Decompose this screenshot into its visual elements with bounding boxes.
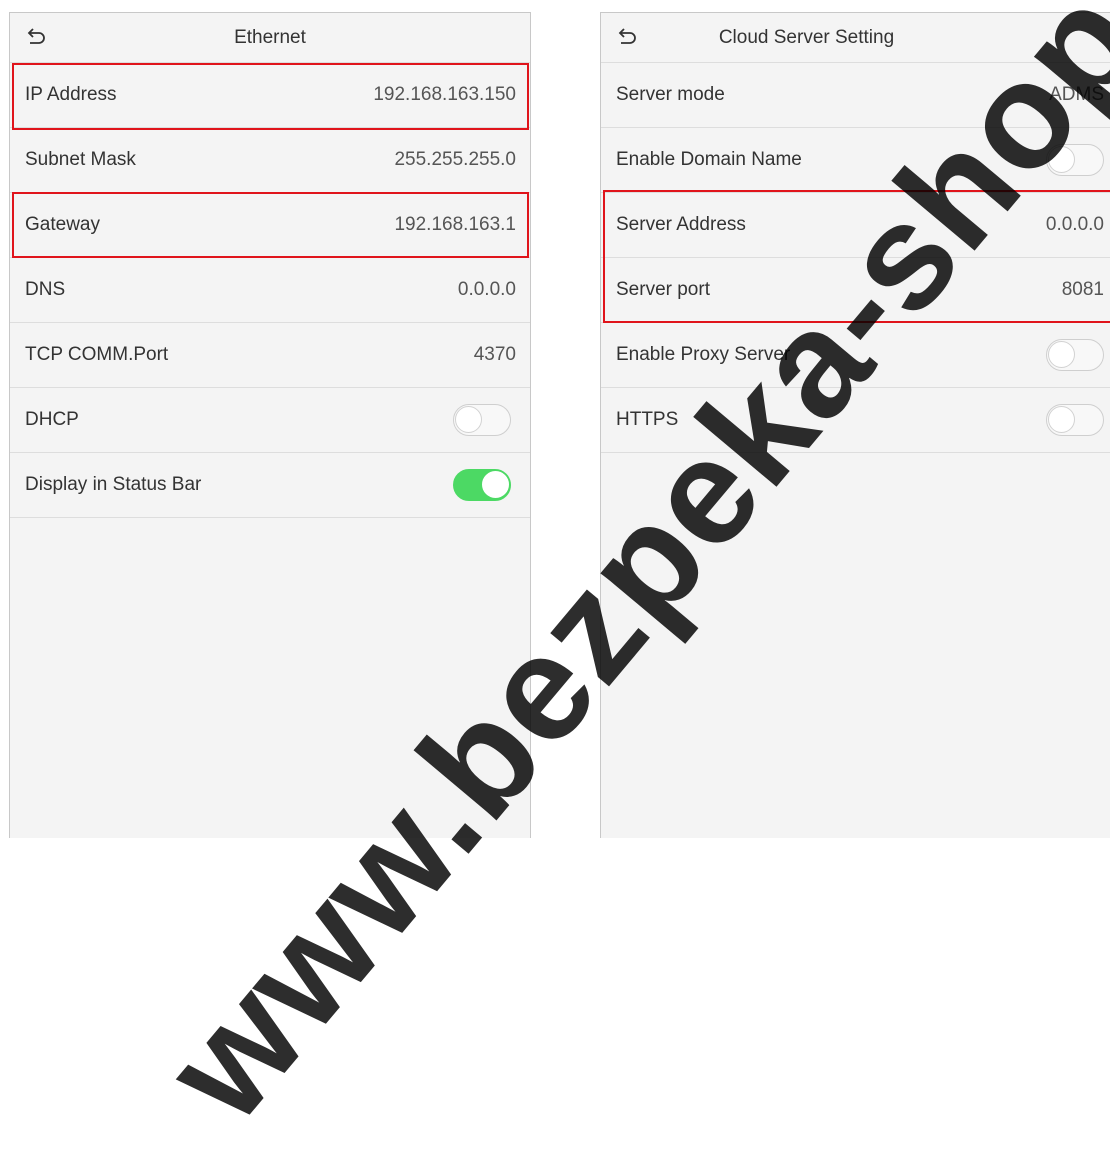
display-in-status-bar-toggle[interactable] (453, 469, 511, 501)
row-value: 4370 (473, 344, 516, 365)
enable-domain-name-row: Enable Domain Name (601, 128, 1110, 193)
dns-row[interactable]: DNS 0.0.0.0 (10, 258, 530, 323)
toggle-knob (455, 406, 482, 433)
row-value: 255.255.255.0 (394, 149, 516, 170)
enable-proxy-server-toggle[interactable] (1046, 339, 1104, 371)
toggle-knob (1048, 406, 1075, 433)
gateway-row[interactable]: Gateway 192.168.163.1 (10, 193, 530, 258)
dhcp-row: DHCP (10, 388, 530, 453)
server-mode-row[interactable]: Server mode ADMS (601, 63, 1110, 128)
page-title: Ethernet (234, 27, 306, 48)
row-value: 8081 (1061, 279, 1104, 300)
row-label: DHCP (25, 409, 79, 430)
ip-address-row[interactable]: IP Address 192.168.163.150 (10, 63, 530, 128)
cloud-server-header: Cloud Server Setting (601, 13, 1110, 63)
row-label: Server Address (616, 214, 746, 235)
https-row: HTTPS (601, 388, 1110, 453)
subnet-mask-row[interactable]: Subnet Mask 255.255.255.0 (10, 128, 530, 193)
row-label: Server mode (616, 84, 725, 105)
page-title: Cloud Server Setting (718, 27, 895, 48)
row-label: Enable Proxy Server (616, 344, 791, 365)
row-label: Gateway (25, 214, 100, 235)
cloud-server-panel: Cloud Server Setting Server mode ADMS En… (600, 12, 1110, 838)
toggle-knob (482, 471, 509, 498)
row-label: TCP COMM.Port (25, 344, 169, 365)
row-value: 0.0.0.0 (457, 279, 516, 300)
row-value: 192.168.163.1 (394, 214, 516, 235)
tcp-comm-port-row[interactable]: TCP COMM.Port 4370 (10, 323, 530, 388)
server-port-row[interactable]: Server port 8081 (601, 258, 1110, 323)
https-toggle[interactable] (1046, 404, 1104, 436)
row-label: Enable Domain Name (616, 149, 802, 170)
toggle-knob (1048, 341, 1075, 368)
row-label: Subnet Mask (25, 149, 136, 170)
enable-proxy-server-row: Enable Proxy Server (601, 323, 1110, 388)
row-value: 0.0.0.0 (1045, 214, 1104, 235)
dhcp-toggle[interactable] (453, 404, 511, 436)
row-label: Display in Status Bar (25, 474, 202, 495)
ethernet-header: Ethernet (10, 13, 530, 63)
row-label: HTTPS (616, 409, 679, 430)
ethernet-panel: Ethernet IP Address 192.168.163.150 Subn… (9, 12, 531, 838)
row-value: ADMS (1049, 84, 1104, 105)
display-in-status-bar-row: Display in Status Bar (10, 453, 530, 518)
enable-domain-name-toggle[interactable] (1046, 144, 1104, 176)
row-label: IP Address (25, 84, 117, 105)
row-label: DNS (25, 279, 66, 300)
row-value: 192.168.163.150 (373, 84, 516, 105)
server-address-row[interactable]: Server Address 0.0.0.0 (601, 193, 1110, 258)
toggle-knob (1048, 146, 1075, 173)
row-label: Server port (616, 279, 710, 300)
